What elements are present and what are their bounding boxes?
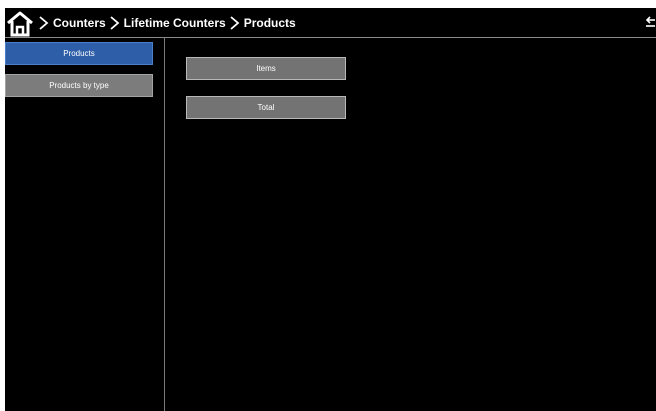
sidebar-item-products[interactable]: Products bbox=[5, 42, 153, 65]
items-button-label: Items bbox=[256, 64, 276, 73]
total-button-label: Total bbox=[257, 103, 275, 112]
sidebar: Products Products by type bbox=[5, 38, 165, 411]
breadcrumb-item-counters[interactable]: Counters bbox=[53, 16, 106, 30]
total-button[interactable]: Total bbox=[186, 96, 346, 119]
header-bar: Counters Lifetime Counters Products bbox=[5, 8, 656, 38]
breadcrumb: Counters Lifetime Counters Products bbox=[38, 8, 299, 37]
breadcrumb-item-products: Products bbox=[243, 15, 296, 30]
back-arrow-icon[interactable] bbox=[645, 16, 656, 29]
sidebar-item-label: Products by type bbox=[49, 81, 109, 90]
sidebar-item-products-by-type[interactable]: Products by type bbox=[5, 74, 153, 97]
chevron-right-icon bbox=[110, 15, 120, 30]
items-button[interactable]: Items bbox=[186, 57, 346, 80]
home-icon[interactable] bbox=[6, 10, 34, 37]
sidebar-item-label: Products bbox=[63, 49, 95, 58]
app-screen: Counters Lifetime Counters Products Prod… bbox=[5, 8, 656, 411]
breadcrumb-item-lifetime-counters[interactable]: Lifetime Counters bbox=[124, 16, 226, 30]
chevron-right-icon bbox=[230, 15, 240, 30]
chevron-right-icon bbox=[39, 15, 49, 30]
